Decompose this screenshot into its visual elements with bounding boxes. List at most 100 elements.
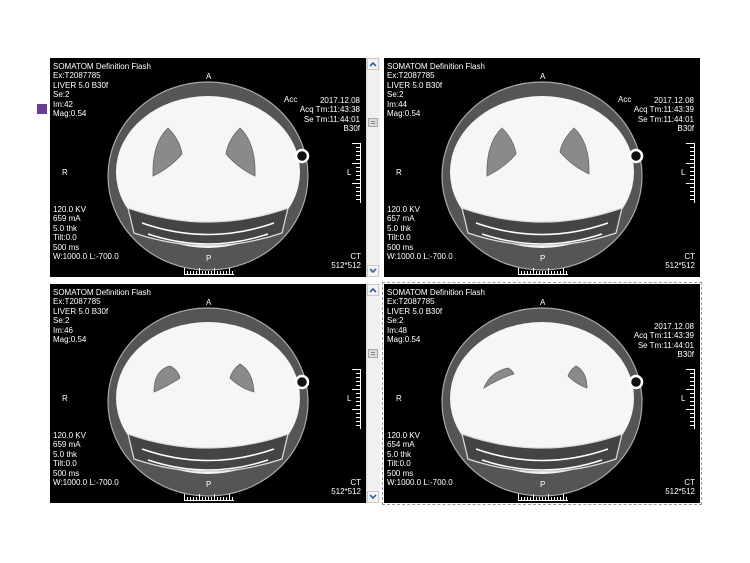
horizontal-scale-ruler [184,268,234,275]
viewport-3-scrollbar[interactable] [366,284,380,503]
viewport-4[interactable]: SOMATOM Definition Flash Ex:T2087785 LIVER… [382,282,702,505]
scroll-thumb[interactable] [368,349,378,358]
corner-fragment-text: Acc [618,95,632,104]
overlay-line: LIVER 5.0 B30f [387,306,443,316]
overlay-line: 659 mA [53,214,81,224]
orientation-left: R [62,168,68,177]
overlay-line: 120.0 KV [53,205,86,214]
vertical-scale-ruler [686,369,695,429]
overlay-line: 500 ms [387,468,414,478]
overlay-bottom-left: 120.0 KV 659 mA 5.0 thk Tilt:0.0 500 ms W:100… [53,431,119,487]
orientation-left: R [396,394,402,403]
overlay-line: 2017.12.08 [653,96,694,105]
overlay-line: CT [684,478,695,487]
overlay-line: Acq Tm:11:43:38 [299,105,360,115]
orientation-top: A [540,298,546,307]
overlay-line: SOMATOM Definition Flash [53,62,151,71]
chevron-down-icon [369,494,377,500]
overlay-line: Im:44 [387,99,408,109]
overlay-line: 2017.12.08 [319,96,360,105]
orientation-bottom: P [540,254,546,263]
overlay-line: Se:2 [387,90,404,100]
overlay-line: CT [350,478,361,487]
overlay-line: Mag:0.54 [53,109,87,119]
orientation-top: A [206,72,212,81]
orientation-bottom: P [540,480,546,489]
scroll-thumb[interactable] [368,118,378,127]
overlay-line: Se:2 [53,316,70,326]
overlay-line: W:1000.0 L:-700.0 [53,478,119,488]
overlay-line: CT [350,252,361,261]
overlay-line: Se:2 [387,316,404,326]
horizontal-scale-ruler [184,494,234,501]
overlay-line: Im:46 [53,325,74,335]
overlay-bottom-right: CT 512*512 [331,478,361,497]
overlay-line: Acq Tm:11:43:39 [633,105,694,115]
overlay-line: Tilt:0.0 [53,459,77,469]
viewport-1-scrollbar[interactable] [366,58,380,277]
overlay-line: W:1000.0 L:-700.0 [387,478,453,488]
overlay-top-right: 2017.12.08 Acq Tm:11:43:39 Se Tm:11:44:01 B… [634,322,694,360]
orientation-right: L [681,394,686,403]
overlay-line: Im:48 [387,325,408,335]
redacted-patient-info [293,58,366,94]
overlay-line: 120.0 KV [387,205,420,214]
viewport-1[interactable]: SOMATOM Definition Flash Ex:T2087785 LIVER… [50,58,366,277]
overlay-bottom-left: 120.0 KV 657 mA 5.0 thk Tilt:0.0 500 ms W:100… [387,205,453,261]
overlay-line: LIVER 5.0 B30f [53,306,109,316]
scroll-down-button[interactable] [367,491,379,503]
overlay-line: Im:42 [53,99,74,109]
overlay-line: 500 ms [387,242,414,252]
scroll-up-button[interactable] [367,58,379,70]
overlay-bottom-right: CT 512*512 [331,252,361,271]
overlay-line: LIVER 5.0 B30f [387,80,443,90]
overlay-line: 5.0 thk [53,449,78,459]
scroll-up-button[interactable] [367,284,379,296]
overlay-line: 120.0 KV [53,431,86,440]
viewport-2[interactable]: SOMATOM Definition Flash Ex:T2087785 LIVER… [384,58,700,277]
overlay-top-left: SOMATOM Definition Flash Ex:T2087785 LIVER… [53,288,151,344]
overlay-line: 657 mA [387,214,415,224]
overlay-line: Ex:T2087785 [387,297,435,307]
overlay-line: 5.0 thk [387,223,412,233]
overlay-line: Se Tm:11:44:01 [637,340,694,350]
orientation-bottom: P [206,480,212,489]
overlay-line: 500 ms [53,242,80,252]
chevron-down-icon [369,268,377,274]
horizontal-scale-ruler [518,268,568,275]
orientation-right: L [347,168,352,177]
overlay-line: 512*512 [331,261,361,271]
overlay-line: W:1000.0 L:-700.0 [53,252,119,262]
overlay-line: 512*512 [665,261,695,271]
orientation-bottom: P [206,254,212,263]
overlay-line: B30f [677,350,694,360]
orientation-top: A [540,72,546,81]
chevron-up-icon [369,287,377,293]
overlay-line: Se Tm:11:44:01 [637,114,694,124]
overlay-line: Tilt:0.0 [387,233,411,243]
orientation-left: R [396,168,402,177]
overlay-line: 2017.12.08 [653,322,694,331]
overlay-line: SOMATOM Definition Flash [387,62,485,71]
overlay-line: SOMATOM Definition Flash [53,288,151,297]
overlay-top-right: 2017.12.08 Acq Tm:11:43:38 Se Tm:11:44:01 B… [300,96,360,134]
overlay-bottom-left: 120.0 KV 659 mA 5.0 thk Tilt:0.0 500 ms W:100… [53,205,119,261]
overlay-line: B30f [677,124,694,134]
overlay-line: 120.0 KV [387,431,420,440]
scroll-down-button[interactable] [367,265,379,277]
overlay-line: SOMATOM Definition Flash [387,288,485,297]
viewport-3[interactable]: SOMATOM Definition Flash Ex:T2087785 LIVER… [50,284,366,503]
overlay-line: Mag:0.54 [53,335,87,345]
overlay-line: Ex:T2087785 [53,297,101,307]
overlay-line: 5.0 thk [387,449,412,459]
redacted-patient-info [649,294,700,319]
overlay-line: Se Tm:11:44:01 [303,114,360,124]
orientation-right: L [681,168,686,177]
overlay-line: 659 mA [53,440,81,450]
overlay-line: LIVER 5.0 B30f [53,80,109,90]
overlay-top-left: SOMATOM Definition Flash Ex:T2087785 LIVER… [387,288,485,344]
overlay-line: Mag:0.54 [387,109,421,119]
corner-fragment-text: Acc [284,95,298,104]
overlay-bottom-right: CT 512*512 [665,478,695,497]
vertical-scale-ruler [352,369,361,429]
